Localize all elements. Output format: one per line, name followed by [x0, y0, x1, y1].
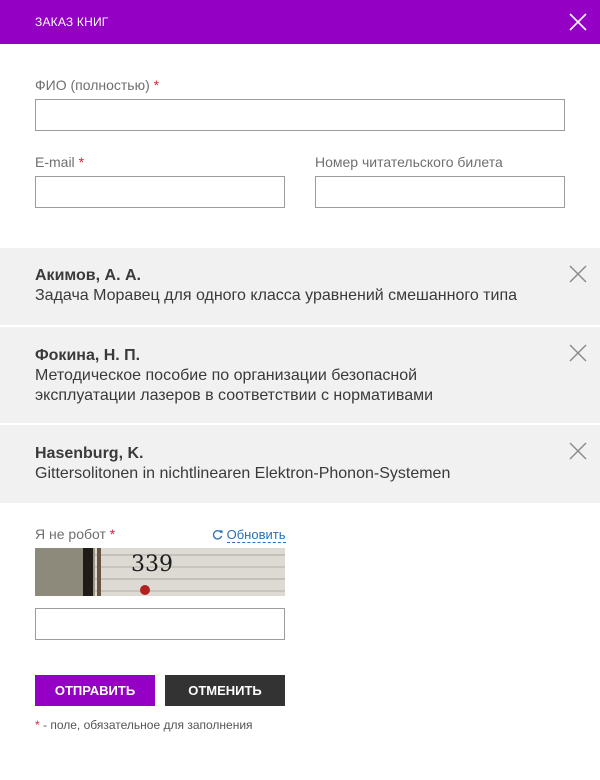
cancel-button[interactable]: ОТМЕНИТЬ: [165, 675, 285, 706]
book-item: Фокина, Н. П. Методическое пособие по ор…: [0, 327, 600, 425]
close-icon: [569, 13, 587, 31]
required-mark: *: [109, 526, 116, 542]
fio-input[interactable]: [35, 99, 565, 131]
fio-label-text: ФИО (полностью): [35, 77, 150, 93]
captcha-label-text: Я не робот: [35, 526, 106, 542]
required-mark: *: [78, 154, 85, 170]
close-icon: [569, 344, 587, 362]
captcha-refresh-link[interactable]: Обновить: [212, 527, 286, 543]
ticket-label: Номер читательского билета: [315, 154, 503, 170]
fio-label: ФИО (полностью) *: [35, 77, 159, 93]
book-item: Акимов, А. А. Задача Моравец для одного …: [0, 248, 600, 327]
remove-book-button[interactable]: [568, 441, 588, 461]
captcha-image: 339: [35, 548, 285, 596]
book-title: Задача Моравец для одного класса уравнен…: [35, 287, 518, 304]
modal-title: ЗАКАЗ КНИГ: [35, 15, 109, 29]
book-title: Gittersolitonen in nichtlinearen Elektro…: [35, 465, 451, 482]
email-input[interactable]: [35, 176, 285, 208]
ticket-label-text: Номер читательского билета: [315, 154, 503, 170]
modal-header: ЗАКАЗ КНИГ: [0, 0, 600, 44]
required-note: * - поле, обязательное для заполнения: [35, 718, 253, 732]
required-note-text: - поле, обязательное для заполнения: [39, 718, 253, 732]
close-icon: [569, 265, 587, 283]
book-author: Hasenburg, K.: [35, 445, 144, 462]
captcha-code: 339: [131, 552, 173, 577]
remove-book-button[interactable]: [568, 264, 588, 284]
remove-book-button[interactable]: [568, 343, 588, 363]
close-icon: [569, 442, 587, 460]
captcha-label: Я не робот *: [35, 526, 115, 542]
book-author: Фокина, Н. П.: [35, 347, 141, 364]
email-label: E-mail *: [35, 154, 84, 170]
book-title: Методическое пособие по организации безо…: [35, 367, 434, 404]
refresh-icon: [212, 530, 223, 540]
book-author: Акимов, А. А.: [35, 267, 141, 284]
close-button[interactable]: [568, 12, 588, 32]
captcha-refresh-label: Обновить: [226, 527, 286, 543]
book-list: Акимов, А. А. Задача Моравец для одного …: [0, 248, 600, 503]
captcha-input[interactable]: [35, 608, 285, 640]
send-button[interactable]: ОТПРАВИТЬ: [35, 675, 155, 706]
ticket-input[interactable]: [315, 176, 565, 208]
book-item: Hasenburg, K. Gittersolitonen in nichtli…: [0, 425, 600, 503]
required-mark: *: [153, 77, 160, 93]
email-label-text: E-mail: [35, 154, 75, 170]
